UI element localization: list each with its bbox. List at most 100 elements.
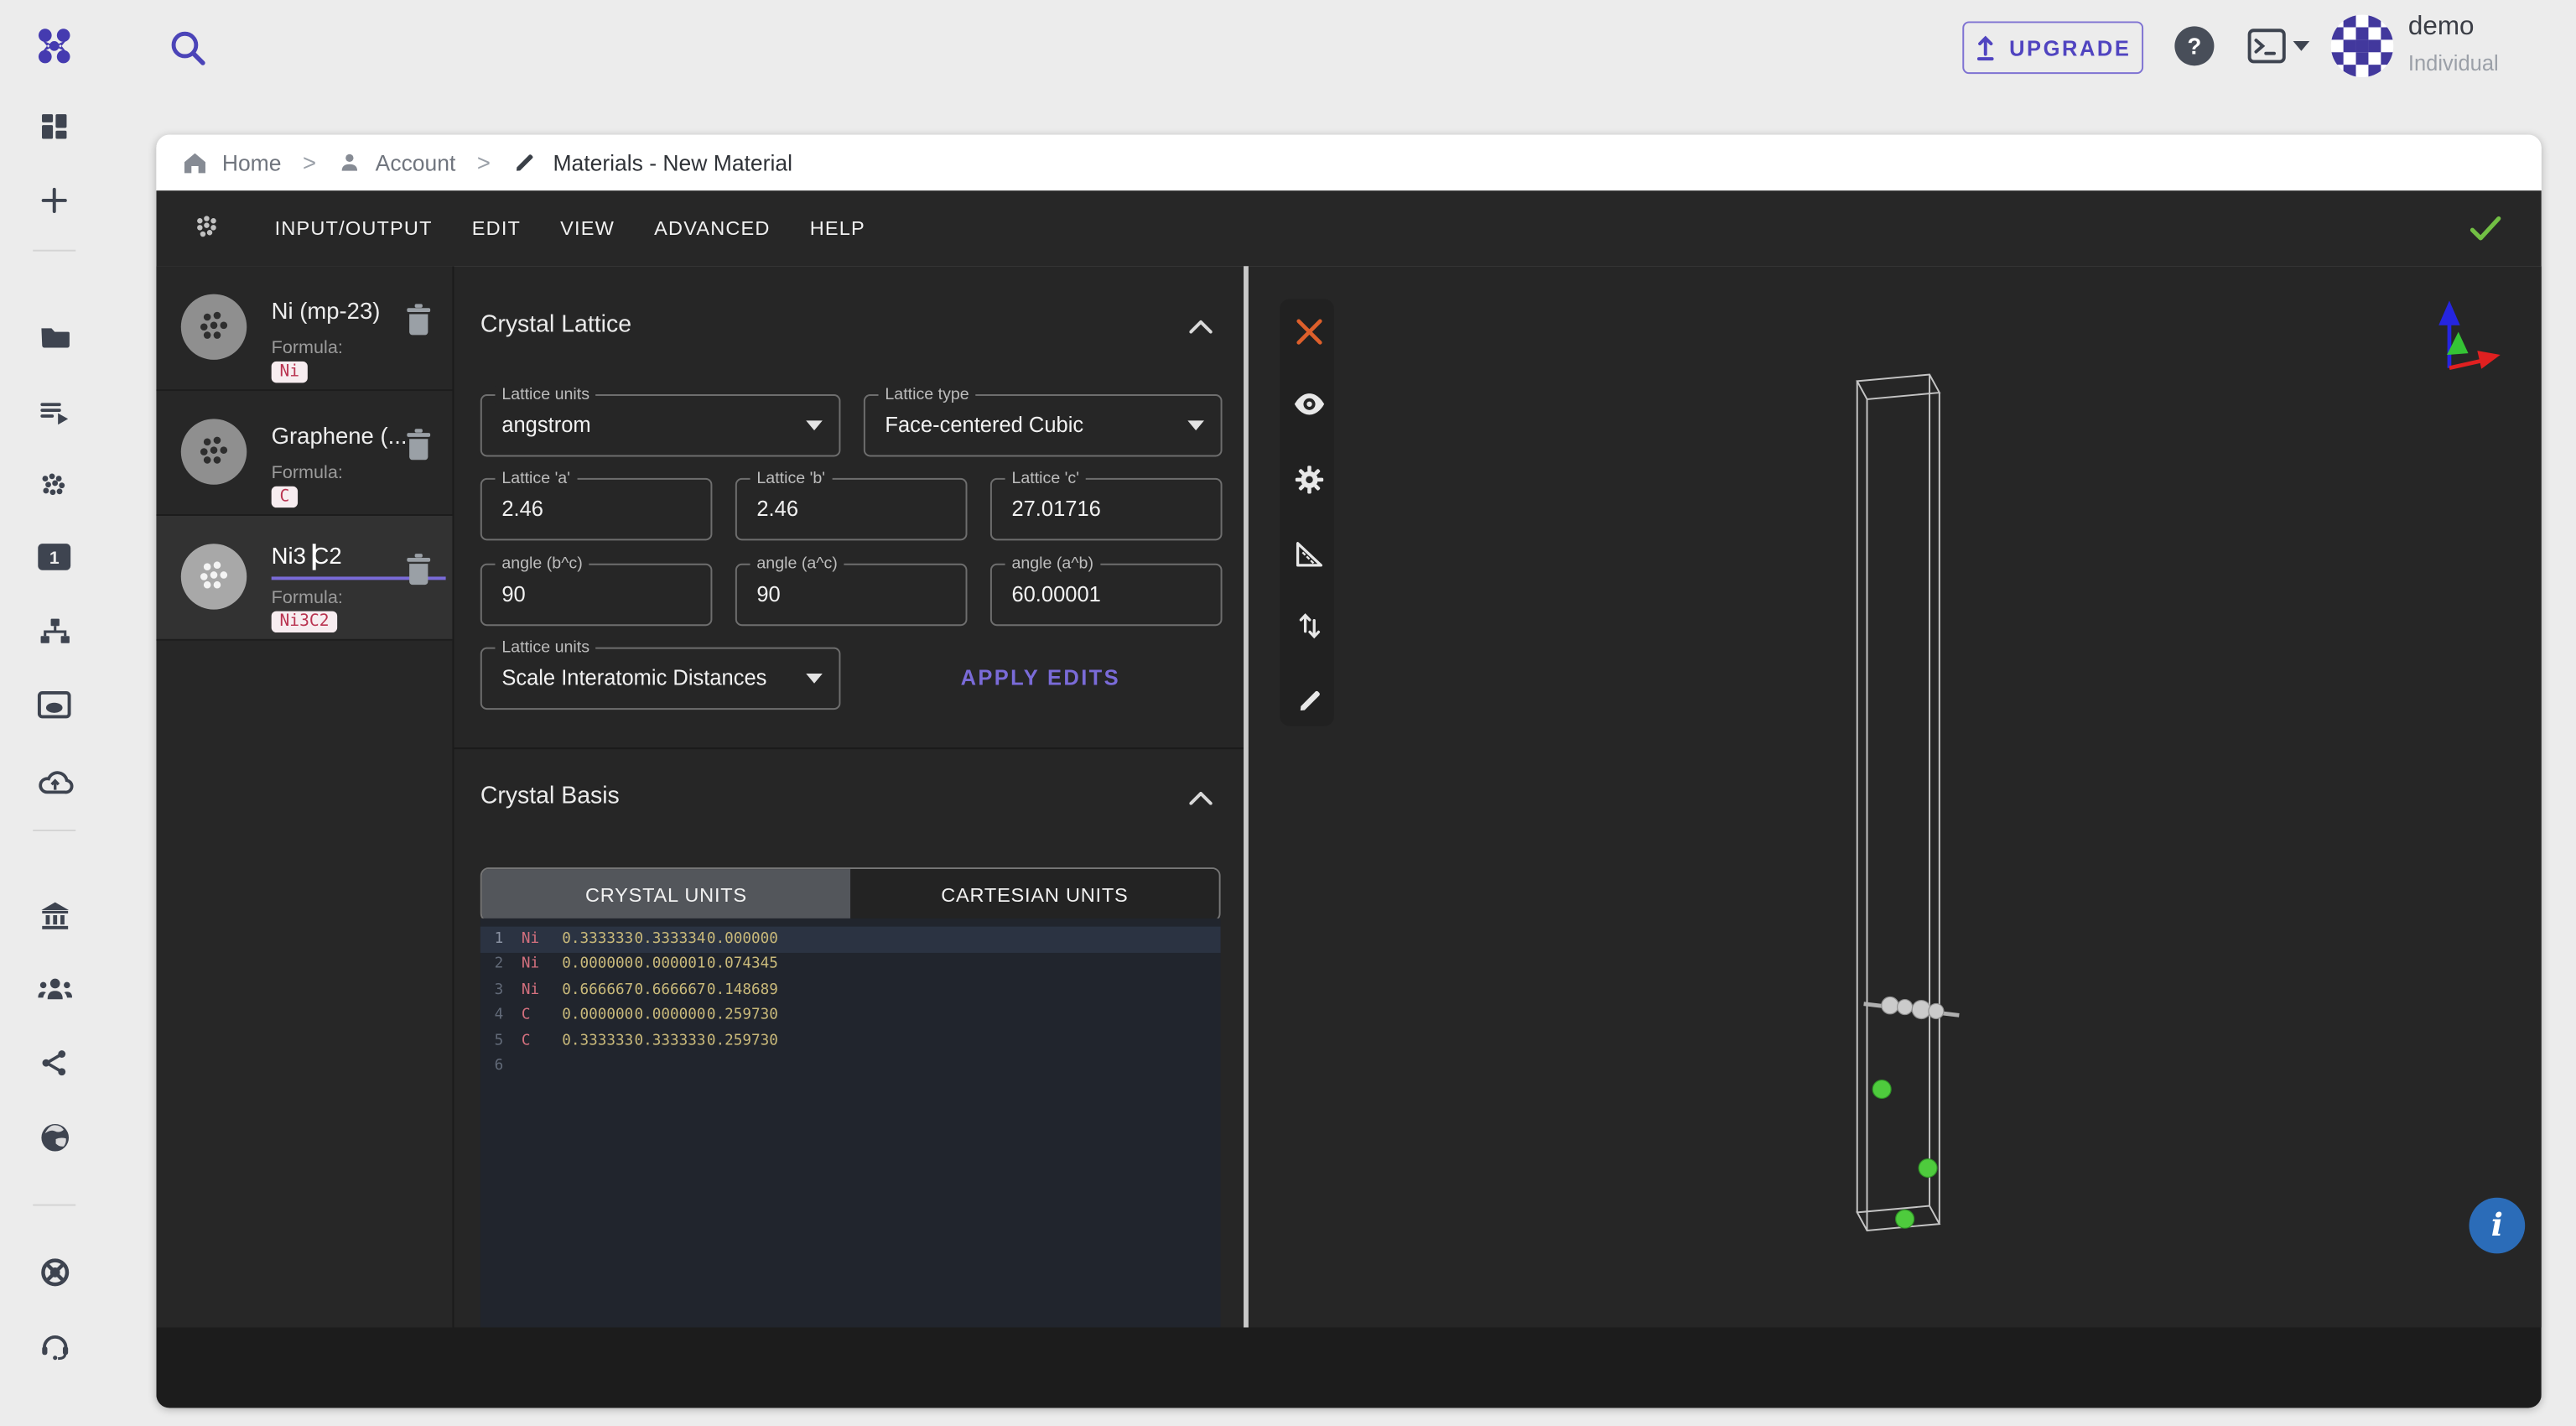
material-thumb — [181, 294, 247, 360]
measure-ruler-icon[interactable] — [1286, 531, 1332, 577]
workflows-sitemap-icon[interactable] — [33, 610, 75, 653]
formula-label: Formula: — [272, 338, 343, 358]
scale-mode-select[interactable]: Lattice units Scale Interatomic Distance… — [480, 648, 841, 710]
axes-gizmo — [2438, 300, 2501, 368]
terminal-caret-icon[interactable] — [2293, 41, 2310, 51]
basis-units-tabs: CRYSTAL UNITS CARTESIAN UNITS — [480, 867, 1221, 922]
material-item-selected[interactable]: Ni3 C2 Formula: Ni3C2 — [156, 516, 452, 641]
save-check-icon[interactable] — [2469, 216, 2501, 242]
angle-ac-input[interactable]: angle (a^c) 90 — [735, 564, 968, 626]
chevron-down-icon — [806, 420, 823, 430]
collapse-basis-icon[interactable] — [1189, 792, 1212, 805]
chevron-right-icon: > — [477, 149, 491, 175]
cloud-upload-icon[interactable] — [33, 759, 75, 802]
media-icon[interactable] — [33, 684, 75, 726]
menu-input-output[interactable]: INPUT/OUTPUT — [275, 217, 433, 240]
close-icon[interactable] — [1286, 309, 1332, 355]
share-icon[interactable] — [33, 1042, 75, 1085]
basis-row[interactable]: 6 — [480, 1054, 1221, 1079]
chevron-down-icon — [806, 674, 823, 684]
basis-row[interactable]: 3 Ni 0.666667 0.666667 0.148689 — [480, 977, 1221, 1002]
jobs-list-icon[interactable] — [33, 391, 75, 434]
angle-bc-input[interactable]: angle (b^c) 90 — [480, 564, 713, 626]
upload-arrow-icon — [1975, 34, 1997, 60]
formula-chip: C — [272, 487, 298, 507]
material-thumb — [181, 419, 247, 484]
card-bottom-strip — [156, 1327, 2541, 1408]
main-card: Home > Account > Materials - New Materia… — [156, 135, 2541, 1408]
home-icon[interactable] — [181, 149, 209, 175]
basis-row[interactable]: 2 Ni 0.000000 0.000001 0.074345 — [480, 952, 1221, 977]
breadcrumb-home[interactable]: Home — [222, 150, 282, 174]
basis-row[interactable]: 1 Ni 0.333333 0.333334 0.000000 — [480, 927, 1221, 952]
rail-divider — [33, 250, 75, 252]
materials-cluster-icon[interactable] — [33, 463, 75, 506]
breadcrumb-current: Materials - New Material — [553, 150, 792, 174]
apply-edits-button[interactable]: APPLY EDITS — [948, 648, 1134, 707]
mat3ra-logo-icon[interactable] — [33, 24, 75, 67]
lattice-type-select[interactable]: Lattice type Face-centered Cubic — [864, 394, 1223, 456]
add-new-icon[interactable] — [33, 179, 75, 221]
tab-cartesian-units[interactable]: CARTESIAN UNITS — [850, 869, 1218, 920]
swap-axes-icon[interactable] — [1286, 603, 1332, 649]
molecule-icon — [191, 211, 227, 247]
basis-row[interactable]: 5 C 0.333333 0.333333 0.259730 — [480, 1028, 1221, 1054]
basis-code-editor[interactable]: 1 Ni 0.333333 0.333334 0.000000 2 Ni 0.0… — [480, 919, 1221, 1328]
bank-icon[interactable] — [33, 893, 75, 936]
explore-wheel-icon[interactable] — [33, 1250, 75, 1293]
material-thumb — [181, 544, 247, 609]
breadcrumb-account[interactable]: Account — [376, 150, 456, 174]
terminal-icon[interactable] — [2247, 28, 2287, 64]
user-plan: Individual — [2408, 51, 2499, 75]
tab-crystal-units[interactable]: CRYSTAL UNITS — [482, 869, 850, 920]
support-headset-icon[interactable] — [33, 1325, 75, 1367]
gray-atoms — [1882, 997, 1944, 1018]
menu-advanced[interactable]: ADVANCED — [654, 217, 770, 240]
person-icon[interactable] — [338, 149, 362, 175]
angle-ab-input[interactable]: angle (a^b) 60.00001 — [990, 564, 1223, 626]
material-name[interactable]: Graphene (... — [272, 422, 408, 448]
rail-divider — [33, 1205, 75, 1206]
crystal-basis-title: Crystal Basis — [480, 783, 620, 809]
viewer-3d: i — [1249, 266, 2542, 1327]
crystal-editor-panel: Crystal Lattice Lattice units angstrom L… — [454, 266, 1248, 1327]
material-name[interactable]: Ni (mp-23) — [272, 297, 381, 323]
settings-gear-icon[interactable] — [1286, 456, 1332, 502]
search-icon[interactable] — [166, 26, 209, 69]
lattice-c-input[interactable]: Lattice 'c' 27.01716 — [990, 478, 1223, 540]
delete-material-icon[interactable] — [405, 552, 433, 586]
one-badge-icon[interactable]: 1 — [33, 535, 75, 578]
svg-text:1: 1 — [49, 549, 60, 568]
menu-view[interactable]: VIEW — [560, 217, 615, 240]
folder-icon[interactable] — [33, 315, 75, 358]
dashboard-icon[interactable] — [33, 105, 75, 148]
edit-pencil-icon[interactable] — [1286, 677, 1332, 723]
lattice-units-select[interactable]: Lattice units angstrom — [480, 394, 841, 456]
crystal-scene[interactable] — [1249, 266, 2542, 1327]
help-icon[interactable]: ? — [2174, 26, 2214, 65]
material-item[interactable]: Ni (mp-23) Formula: Ni — [156, 266, 452, 391]
globe-icon[interactable] — [33, 1116, 75, 1158]
team-icon[interactable] — [33, 968, 75, 1011]
materials-designer-app: 1 — [0, 0, 2576, 1426]
rail-divider — [33, 830, 75, 831]
menu-edit[interactable]: EDIT — [472, 217, 521, 240]
menu-items: INPUT/OUTPUT EDIT VIEW ADVANCED HELP — [275, 217, 865, 240]
user-avatar[interactable] — [2331, 15, 2394, 77]
visibility-eye-icon[interactable] — [1286, 381, 1332, 427]
material-item[interactable]: Graphene (... Formula: C — [156, 391, 452, 516]
pencil-icon — [512, 149, 538, 175]
user-name[interactable]: demo — [2408, 13, 2475, 43]
lattice-b-input[interactable]: Lattice 'b' 2.46 — [735, 478, 968, 540]
left-rail: 1 — [0, 0, 108, 1426]
delete-material-icon[interactable] — [405, 427, 433, 461]
basis-row[interactable]: 4 C 0.000000 0.000000 0.259730 — [480, 1003, 1221, 1028]
info-button[interactable]: i — [2469, 1198, 2525, 1254]
menu-help[interactable]: HELP — [810, 217, 865, 240]
delete-material-icon[interactable] — [405, 302, 433, 336]
upgrade-button[interactable]: UPGRADE — [1962, 21, 2143, 74]
lattice-a-input[interactable]: Lattice 'a' 2.46 — [480, 478, 713, 540]
editor-scrollbar[interactable] — [1243, 266, 1249, 1327]
section-divider — [454, 747, 1248, 749]
collapse-lattice-icon[interactable] — [1189, 320, 1212, 334]
